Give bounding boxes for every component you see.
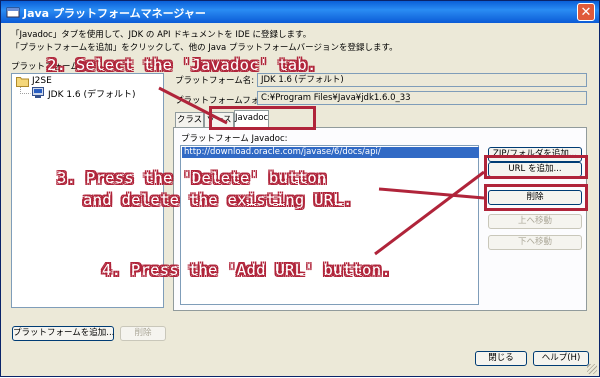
arrow-step4 bbox=[374, 170, 485, 256]
annotation-step-2: 2. Select the 'Javadoc' tab. bbox=[47, 56, 317, 74]
annotation-step-4: 4. Press the 'Add URL' button. bbox=[102, 261, 391, 279]
annotation-step-3-line-1: 3. Press the 'Delete' button bbox=[57, 169, 327, 187]
annotation-step-3-line-2: and delete the existing URL. bbox=[83, 191, 353, 209]
highlight-delete-button bbox=[484, 184, 588, 211]
java-platform-manager-window: Java プラットフォームマネージャー ✕ 「Javadoc」タブを使用して、J… bbox=[0, 0, 600, 377]
arrow-step3 bbox=[378, 187, 485, 200]
highlight-javadoc-tab bbox=[209, 106, 316, 130]
highlight-add-url-button bbox=[484, 155, 588, 179]
